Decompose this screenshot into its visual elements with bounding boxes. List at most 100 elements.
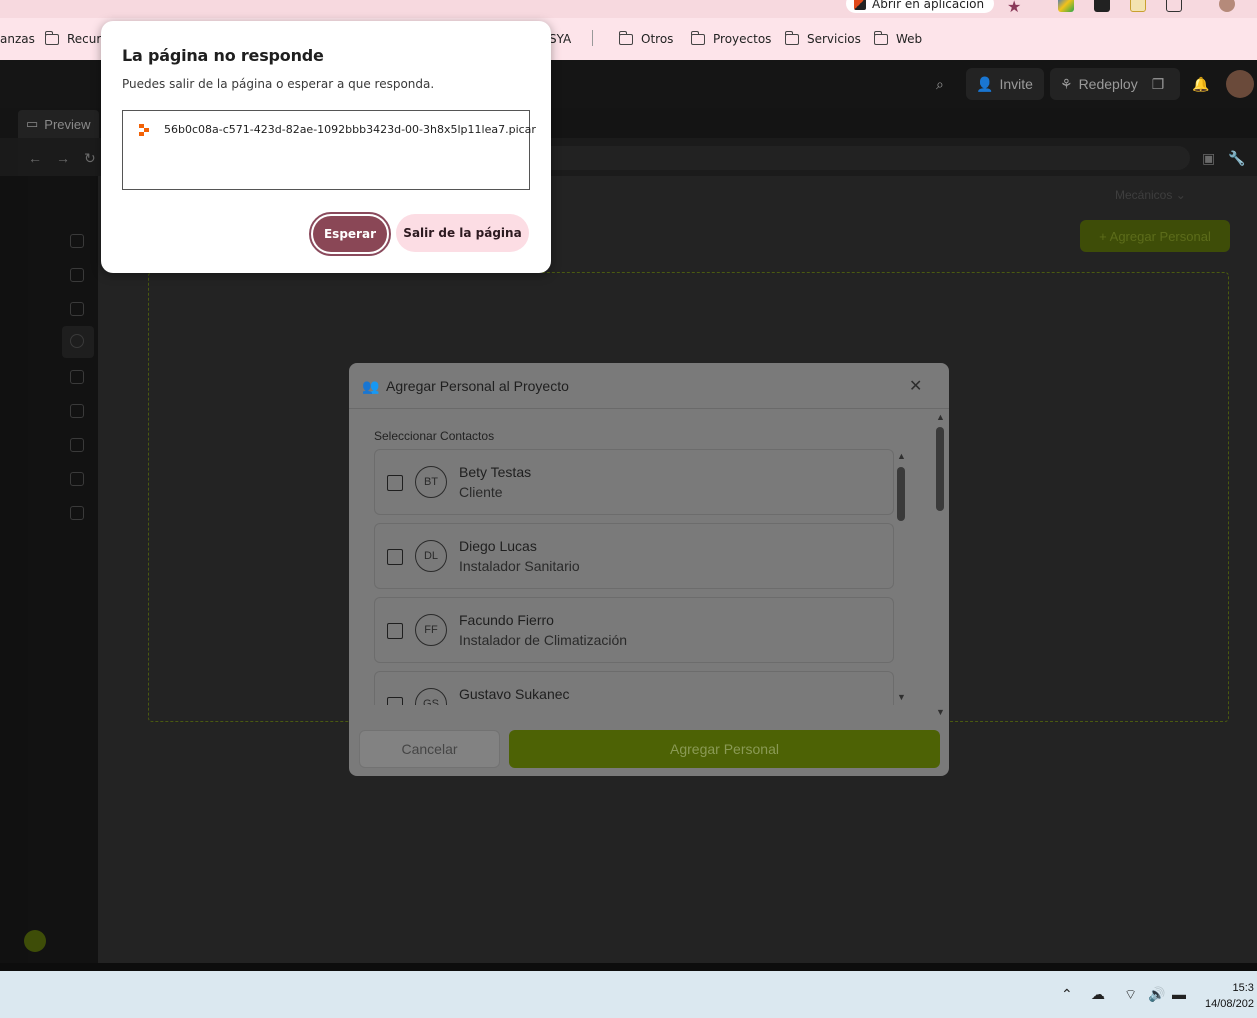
contact-card[interactable]: GS Gustavo Sukanec — [374, 671, 894, 705]
contact-role: Instalador de Climatización — [459, 632, 628, 648]
users-icon: 👥 — [362, 378, 380, 394]
home-icon[interactable] — [70, 234, 84, 248]
left-rail — [0, 176, 28, 963]
add-user-icon: 👤 — [976, 75, 994, 92]
copy-icon: ❐ — [1151, 75, 1165, 92]
back-icon[interactable]: ← — [28, 150, 42, 166]
bookmark-folder[interactable]: Otros — [618, 30, 673, 46]
contact-avatar: DL — [415, 540, 447, 572]
sidebar-item-personal[interactable] — [62, 326, 94, 358]
dialog-page-list: 56b0c08a-c571-423d-82ae-1092bbb3423d-00-… — [122, 110, 536, 190]
wifi-icon[interactable]: ⌔ — [1124, 986, 1137, 1004]
contact-avatar: GS — [415, 688, 447, 705]
chart-icon[interactable] — [70, 506, 84, 520]
contacts-list: BT Bety Testas Cliente DL Diego Lucas In… — [374, 449, 894, 705]
open-in-app-label: Abrir en aplicación — [872, 0, 985, 11]
redeploy-button[interactable]: ⚘ Redeploy ❐ — [1050, 68, 1180, 100]
app-sidebar — [24, 176, 98, 963]
monitor-icon: ▭ — [26, 116, 39, 131]
search-button[interactable]: ⌕ — [930, 68, 950, 100]
rocket-icon: ⚘ — [1060, 75, 1073, 92]
contact-name: Diego Lucas — [459, 538, 537, 554]
contact-role: Cliente — [459, 484, 503, 500]
scroll-up-icon[interactable]: ▲ — [936, 412, 945, 422]
dialog-title: La página no responde — [122, 46, 324, 65]
contact-checkbox[interactable] — [387, 697, 403, 705]
bg-add-personal-button[interactable]: + Agregar Personal — [1080, 220, 1230, 252]
exit-page-button[interactable]: Salir de la página — [396, 214, 529, 252]
extension-icon[interactable] — [1058, 0, 1074, 12]
contact-card[interactable]: FF Facundo Fierro Instalador de Climatiz… — [374, 597, 894, 663]
users-icon — [70, 334, 84, 348]
contact-avatar: FF — [415, 614, 447, 646]
devices-icon[interactable]: ▣ — [1202, 150, 1215, 167]
clock-date: 14/08/202 — [1205, 998, 1254, 1010]
extension-icon[interactable] — [1130, 0, 1146, 12]
box-icon[interactable] — [70, 370, 84, 384]
clock[interactable]: 15:3 14/08/202 — [1205, 980, 1254, 1012]
scroll-down-icon[interactable]: ▼ — [897, 692, 906, 702]
contact-name: Facundo Fierro — [459, 612, 554, 628]
select-contacts-label: Seleccionar Contactos — [374, 429, 495, 443]
invite-button[interactable]: 👤 Invite — [966, 68, 1044, 100]
battery-icon[interactable]: ▬ — [1172, 986, 1186, 1002]
folder-icon — [784, 30, 799, 45]
page-unresponsive-dialog: La página no responde Puedes salir de la… — [101, 21, 551, 273]
user-avatar[interactable] — [1226, 70, 1254, 98]
cancel-button[interactable]: Cancelar — [359, 730, 500, 768]
wrench-icon[interactable]: 🔧 — [1228, 150, 1245, 167]
filter-dropdown[interactable]: Mecánicos ⌄ — [1115, 188, 1186, 202]
calendar-icon[interactable] — [70, 302, 84, 316]
tasks-icon[interactable] — [70, 268, 84, 282]
dialog-subtitle: Puedes salir de la página o esperar a qu… — [122, 77, 435, 91]
bookmark-item[interactable]: SYA — [549, 32, 571, 46]
bookmark-item[interactable]: anzas — [0, 32, 35, 46]
clock-time: 15:3 — [1232, 982, 1254, 994]
bookmark-folder[interactable]: Recurs — [44, 30, 108, 46]
clipboard-icon[interactable] — [70, 404, 84, 418]
contact-checkbox[interactable] — [387, 549, 403, 565]
add-personal-modal: 👥 Agregar Personal al Proyecto ✕ Selecci… — [349, 363, 949, 776]
contact-card[interactable]: BT Bety Testas Cliente — [374, 449, 894, 515]
folder-icon — [873, 30, 888, 45]
bookmark-folder[interactable]: Web — [873, 30, 922, 46]
bookmark-star-icon[interactable]: ★ — [1007, 0, 1021, 17]
dialog-page-name: 56b0c08a-c571-423d-82ae-1092bbb3423d-00-… — [164, 123, 536, 136]
extension-icon[interactable] — [1094, 0, 1110, 12]
preview-tab[interactable]: ▭ Preview — [18, 110, 99, 138]
replit-icon — [139, 124, 149, 136]
modal-scrollbar[interactable] — [936, 427, 944, 511]
contacts-scrollbar[interactable] — [897, 467, 905, 521]
add-personal-button[interactable]: Agregar Personal — [509, 730, 940, 768]
folder-icon — [618, 30, 633, 45]
bookmark-separator — [592, 30, 593, 46]
reload-icon[interactable]: ↻ — [84, 150, 96, 167]
wait-button[interactable]: Esperar — [309, 212, 391, 256]
close-icon[interactable]: ✕ — [909, 376, 922, 396]
contact-name: Gustavo Sukanec — [459, 686, 570, 702]
contact-card[interactable]: DL Diego Lucas Instalador Sanitario — [374, 523, 894, 589]
contact-avatar: BT — [415, 466, 447, 498]
forward-icon[interactable]: → — [56, 150, 70, 166]
avatar[interactable] — [24, 930, 46, 952]
app-icon — [854, 0, 866, 10]
volume-icon[interactable]: 🔊 — [1148, 986, 1165, 1003]
contact-role: Instalador Sanitario — [459, 558, 580, 574]
cloud-icon[interactable]: ☁ — [1091, 986, 1105, 1003]
bookmark-folder[interactable]: Servicios — [784, 30, 861, 46]
window-bottom-edge — [0, 963, 1257, 971]
scroll-down-icon[interactable]: ▼ — [936, 707, 945, 717]
scroll-up-icon[interactable]: ▲ — [897, 451, 906, 461]
folder-icon — [44, 30, 59, 45]
notifications-button[interactable]: 🔔 — [1186, 68, 1215, 100]
contact-checkbox[interactable] — [387, 623, 403, 639]
document-icon[interactable] — [70, 472, 84, 486]
contact-checkbox[interactable] — [387, 475, 403, 491]
contact-name: Bety Testas — [459, 464, 532, 480]
extensions-puzzle-icon[interactable] — [1166, 0, 1182, 12]
chevron-up-icon[interactable]: ⌃ — [1061, 986, 1073, 1003]
search-icon: ⌕ — [936, 75, 944, 92]
open-in-app-button[interactable]: Abrir en aplicación — [846, 0, 995, 13]
briefcase-icon[interactable] — [70, 438, 84, 452]
bookmark-folder[interactable]: Proyectos — [690, 30, 771, 46]
